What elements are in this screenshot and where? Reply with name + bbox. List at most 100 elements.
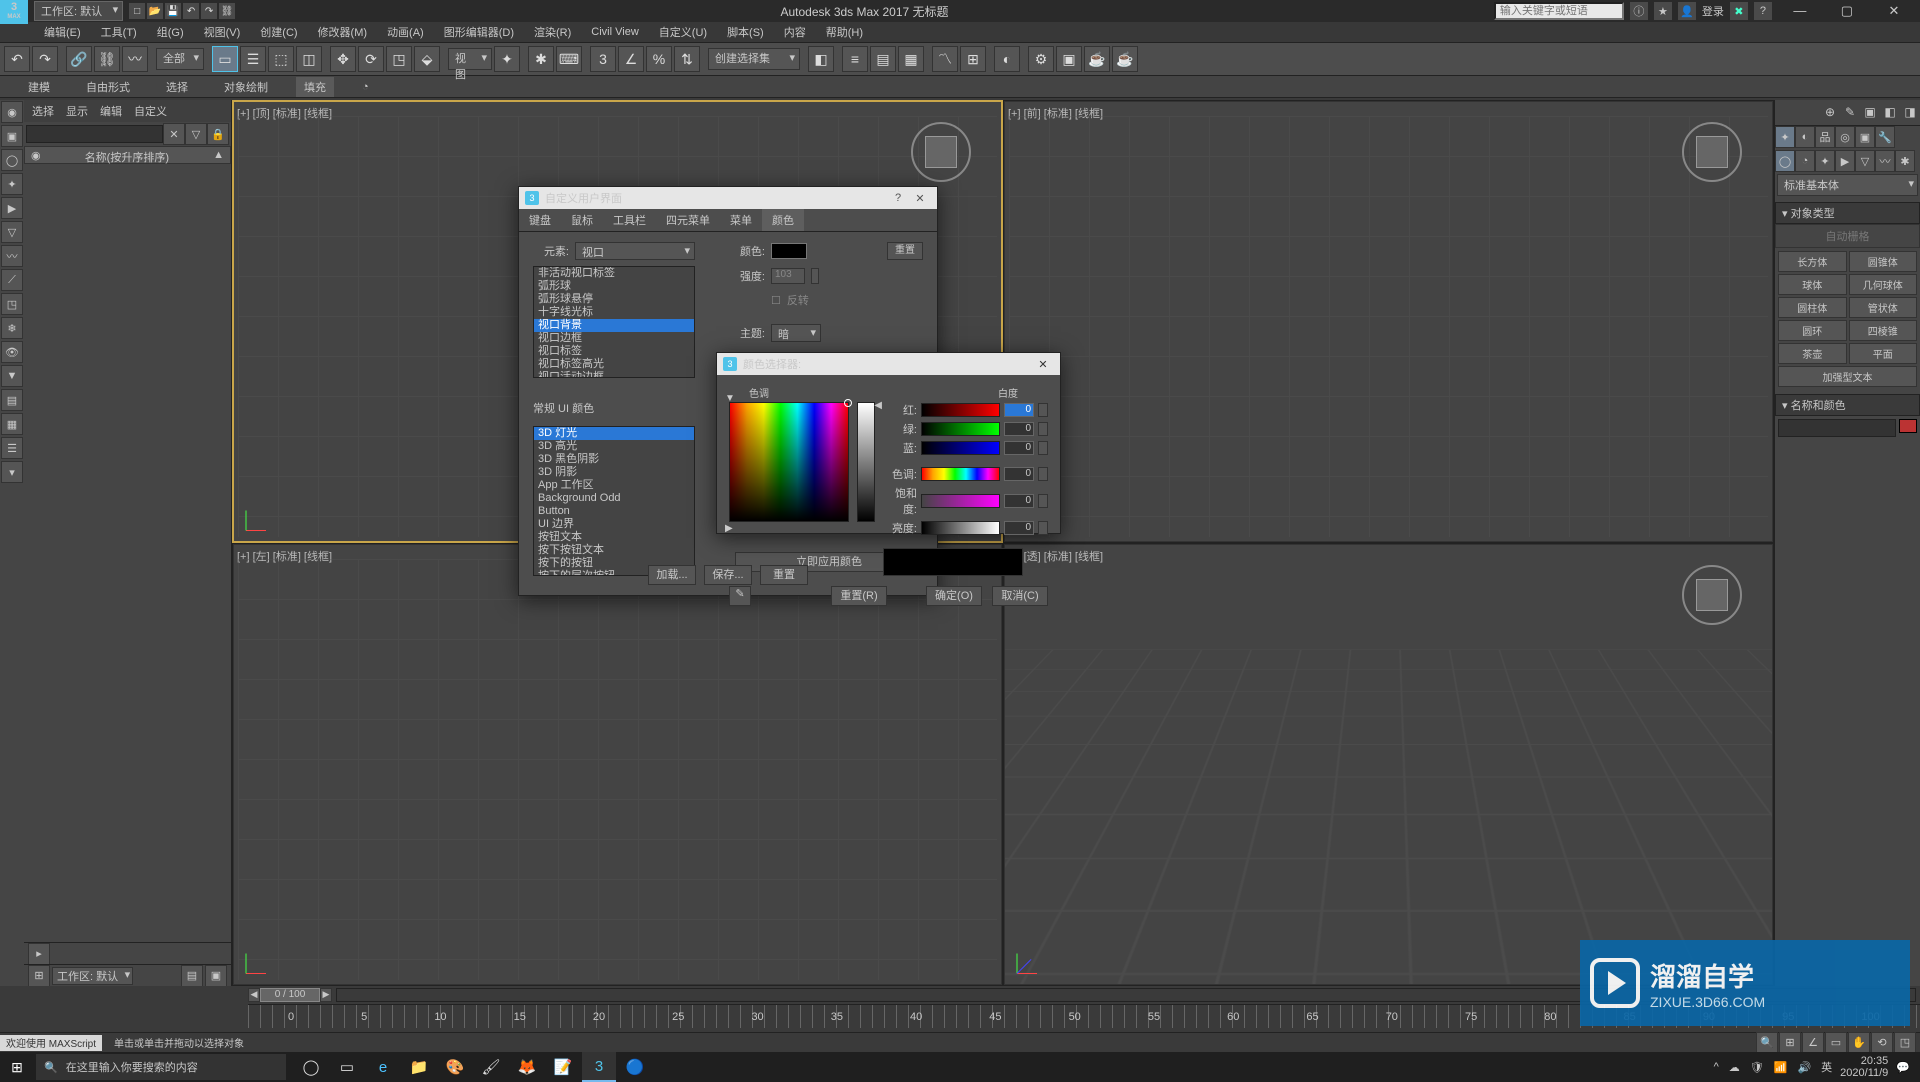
ribbon-tab[interactable]: 对象绘制 — [216, 77, 276, 97]
list-item[interactable]: 十字线光标 — [534, 306, 694, 319]
minimize-button[interactable]: — — [1778, 0, 1822, 22]
scene-tab[interactable]: 自定义 — [134, 103, 167, 119]
exchange-icon[interactable]: ✖ — [1730, 2, 1748, 20]
scene-tree[interactable] — [24, 164, 231, 942]
help-icon[interactable]: ? — [887, 192, 909, 204]
time-slider-handle[interactable]: 0 / 100 — [260, 988, 320, 1002]
viewcube-icon[interactable] — [1682, 122, 1742, 182]
eyedropper-icon[interactable]: ✎ — [729, 586, 751, 606]
spinner-snap-icon[interactable]: ⇅ — [674, 46, 700, 72]
display-all-icon[interactable]: ◉ — [1, 101, 23, 123]
new-icon[interactable]: □ — [129, 3, 145, 19]
list-item[interactable]: 视口边框 — [534, 332, 694, 345]
g-value-input[interactable]: 0 — [1004, 422, 1034, 436]
spinner-icon[interactable] — [1038, 521, 1048, 535]
display-lights-icon[interactable]: ✦ — [1, 173, 23, 195]
maximize-viewport-icon[interactable]: ◳ — [1894, 1032, 1916, 1054]
link-icon[interactable]: ⛓ — [219, 3, 235, 19]
menu-item[interactable]: Civil View — [581, 24, 648, 40]
menu-item[interactable]: 脚本(S) — [717, 22, 774, 42]
spinner-icon[interactable] — [1038, 403, 1048, 417]
create-maximize-icon[interactable]: ⊕ — [1820, 100, 1840, 124]
firefox-icon[interactable]: 🦊 — [510, 1052, 544, 1082]
menu-item[interactable]: 内容 — [774, 22, 816, 42]
layers-icon[interactable]: ▤ — [870, 46, 896, 72]
v-slider[interactable] — [921, 521, 1000, 535]
cui-tab[interactable]: 工具栏 — [603, 209, 656, 231]
window-crossing-icon[interactable]: ◫ — [296, 46, 322, 72]
tray-icon[interactable]: 🛡 — [1748, 1061, 1766, 1074]
ribbon-tab[interactable]: 选择 — [158, 77, 196, 97]
layer-explorer-icon[interactable]: ▦ — [898, 46, 924, 72]
tray-icon[interactable]: ☁ — [1727, 1061, 1742, 1074]
scene-tab[interactable]: 选择 — [32, 103, 54, 119]
menu-item[interactable]: 修改器(M) — [308, 22, 378, 42]
display-frozen-icon[interactable]: ❄ — [1, 317, 23, 339]
r-slider[interactable] — [921, 403, 1000, 417]
maximize-button[interactable]: ▢ — [1825, 0, 1869, 22]
display-cameras-icon[interactable]: ▶ — [1, 197, 23, 219]
chevron-up-icon[interactable]: ^ — [1712, 1061, 1721, 1073]
list-item[interactable]: 按下按钮文本 — [534, 544, 694, 557]
list-item[interactable]: 3D 黑色阴影 — [534, 453, 694, 466]
object-type-button[interactable]: 圆锥体 — [1849, 251, 1918, 272]
theme-dropdown[interactable]: 暗 — [771, 324, 821, 342]
align-icon[interactable]: ≡ — [842, 46, 868, 72]
cui-tab[interactable]: 颜色 — [762, 209, 804, 231]
viewport-perspective[interactable]: [+] [透] [标准] [线框] — [1004, 544, 1773, 985]
display-hidden-icon[interactable]: 👁 — [1, 341, 23, 363]
element-listbox[interactable]: 非活动视口标签弧形球弧形球悬停十字线光标视口背景视口边框视口标签视口标签高光视口… — [533, 266, 695, 378]
dock-icon[interactable]: ◧ — [1880, 100, 1900, 124]
motion-tab-icon[interactable]: ◎ — [1835, 126, 1855, 148]
undo-icon[interactable]: ↶ — [183, 3, 199, 19]
cameras-icon[interactable]: ▶ — [1835, 150, 1855, 172]
object-type-button[interactable]: 几何球体 — [1849, 274, 1918, 295]
link-icon[interactable]: 🔗 — [66, 46, 92, 72]
create-tab-icon[interactable]: ✦ — [1775, 126, 1795, 148]
pan-icon[interactable]: ✋ — [1848, 1032, 1870, 1054]
color-preview-swatch[interactable] — [771, 243, 807, 259]
spinner-icon[interactable] — [1038, 422, 1048, 436]
start-button[interactable]: ⊞ — [0, 1052, 34, 1082]
helpers-icon[interactable]: ▽ — [1855, 150, 1875, 172]
cui-tab[interactable]: 菜单 — [720, 209, 762, 231]
list-item[interactable]: 视口标签高光 — [534, 358, 694, 371]
viewport-layout-icon[interactable]: ⊞ — [28, 965, 50, 987]
invert-checkbox[interactable]: 反转 — [787, 292, 809, 308]
intensity-spinner[interactable]: 103 — [771, 268, 805, 284]
app-icon[interactable]: 🔵 — [618, 1052, 652, 1082]
color-field[interactable] — [729, 402, 849, 522]
list-item[interactable]: 弧形球 — [534, 280, 694, 293]
cui-tab[interactable]: 键盘 — [519, 209, 561, 231]
script-listener[interactable]: 欢迎使用 MAXScript — [0, 1035, 102, 1051]
ribbon-tab[interactable]: 填充 — [296, 77, 334, 97]
open-icon[interactable]: 📂 — [147, 3, 163, 19]
edge-icon[interactable]: e — [366, 1052, 400, 1082]
zoom-region-icon[interactable]: ▭ — [1825, 1032, 1847, 1054]
schematic-view-icon[interactable]: ⊞ — [960, 46, 986, 72]
select-by-name-icon[interactable]: ☰ — [240, 46, 266, 72]
display-containers-icon[interactable]: ◳ — [1, 293, 23, 315]
viewcube-icon[interactable] — [911, 122, 971, 182]
dock-icon[interactable]: ◨ — [1900, 100, 1920, 124]
scale-icon[interactable]: ◳ — [386, 46, 412, 72]
category-dropdown[interactable]: 标准基本体 — [1777, 174, 1918, 196]
object-name-input[interactable] — [1778, 419, 1896, 437]
object-type-button[interactable]: 平面 — [1849, 343, 1918, 364]
display-helpers-icon[interactable]: ▽ — [1, 221, 23, 243]
filter-icon[interactable]: ☰ — [1, 437, 23, 459]
list-item[interactable]: 视口标签 — [534, 345, 694, 358]
object-type-button[interactable]: 管状体 — [1849, 297, 1918, 318]
file-explorer-icon[interactable]: 📁 — [402, 1052, 436, 1082]
unlink-icon[interactable]: ⛓ — [94, 46, 120, 72]
windows-search-input[interactable]: 🔍 在这里输入你要搜索的内容 — [36, 1054, 286, 1080]
reset-button[interactable]: 重置 — [887, 242, 923, 260]
close-button[interactable]: ✕ — [1872, 0, 1916, 22]
bind-space-warp-icon[interactable]: 〰 — [122, 46, 148, 72]
list-item[interactable]: 按钮文本 — [534, 531, 694, 544]
curve-editor-icon[interactable]: 〽 — [932, 46, 958, 72]
close-icon[interactable]: ✕ — [1032, 358, 1054, 371]
expand-icon[interactable]: ▸ — [28, 943, 50, 965]
scene-column-header[interactable]: ◉ 名称(按升序排序)▲ — [24, 146, 231, 164]
v-value-input[interactable]: 0 — [1004, 521, 1034, 535]
